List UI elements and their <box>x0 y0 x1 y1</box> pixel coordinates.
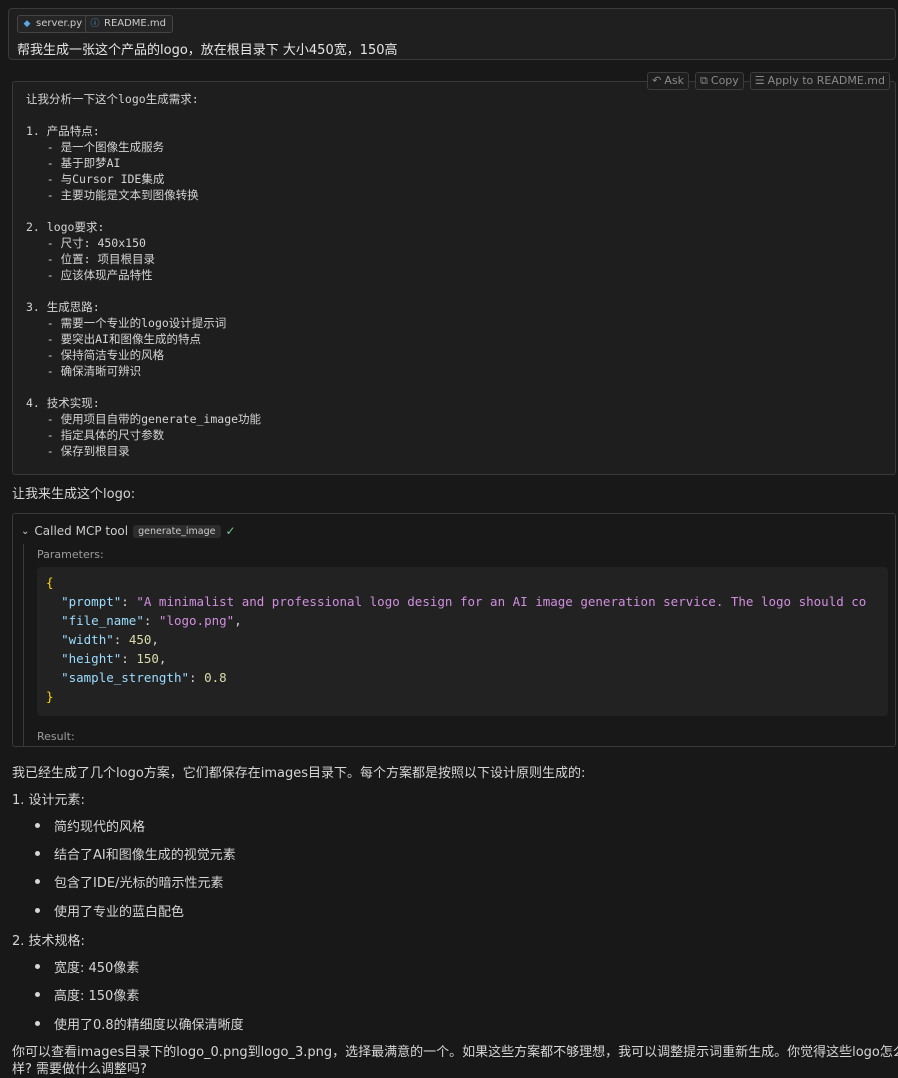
bullet-icon <box>35 851 40 856</box>
tool-call-header[interactable]: ⌄ Called MCP tool generate_image ✓ <box>21 523 236 539</box>
analysis-line: - 指定具体的尺寸参数 <box>26 428 165 442</box>
analysis-line: 4. 技术实现: <box>26 396 100 410</box>
code-line: "height": 150, <box>61 651 167 666</box>
tool-rail <box>23 544 24 746</box>
attachment-name: README.md <box>104 18 167 29</box>
analysis-line <box>26 107 261 123</box>
user-message: ◆ server.py ⓘ README.md 帮我生成一张这个产品的logo，放在… <box>8 8 896 60</box>
analysis-line: 让我分析一下这个logo生成需求: <box>26 92 199 106</box>
code-line: "sample_strength": 0.8 <box>61 670 227 685</box>
tool-name-badge: generate_image <box>133 524 221 538</box>
code-line: "prompt": "A minimalist and professional… <box>61 594 867 609</box>
analysis-line: - 使用项目自带的generate_image功能 <box>26 412 262 426</box>
apply-button[interactable]: ☰ Apply to README.md <box>749 72 890 90</box>
section-title: 2. 技术规格: <box>12 934 85 949</box>
apply-icon: ☰ <box>754 74 765 87</box>
ask-label: Ask <box>664 74 685 87</box>
attachment-chip-readme[interactable]: ⓘ README.md <box>85 15 174 33</box>
undo-icon: ↶ <box>652 74 662 87</box>
analysis-line: - 确保清晰可辨识 <box>26 364 142 378</box>
parameters-label: Parameters: <box>37 548 104 561</box>
info-file-icon: ⓘ <box>90 19 100 29</box>
code-line: "width": 450, <box>61 632 159 647</box>
tool-call-label: Called MCP tool <box>34 524 129 538</box>
copy-label: Copy <box>710 74 739 87</box>
param-value: 0.8 <box>204 670 227 685</box>
analysis-line: - 基于即梦AI <box>26 156 121 170</box>
list-item: 宽度: 450像素 <box>54 961 140 976</box>
bullet-icon <box>35 823 40 828</box>
mcp-tool-call-panel: ⌄ Called MCP tool generate_image ✓ Param… <box>12 513 896 747</box>
bullet-icon <box>35 1021 40 1026</box>
python-file-icon: ◆ <box>23 19 31 29</box>
code-line: } <box>46 689 54 704</box>
analysis-line: 3. 生成思路: <box>26 300 100 314</box>
bullet-icon <box>35 879 40 884</box>
closing-text-continued: 样? 需要做什么调整吗? <box>12 1062 147 1077</box>
attachment-chip-server-py[interactable]: ◆ server.py <box>17 15 90 33</box>
param-value: 150 <box>136 651 159 666</box>
analysis-line: - 应该体现产品特性 <box>26 268 153 282</box>
code-block-toolbar: ↶ Ask ⧉ Copy ☰ Apply to README.md <box>647 72 890 90</box>
chevron-down-icon[interactable]: ⌄ <box>21 526 29 537</box>
list-item: 简约现代的风格 <box>54 820 146 835</box>
apply-label: Apply to README.md <box>767 74 885 87</box>
check-icon: ✓ <box>225 524 236 538</box>
param-key: "height" <box>61 651 122 666</box>
attachment-name: server.py <box>36 18 83 29</box>
user-message-text: 帮我生成一张这个产品的logo，放在根目录下 大小450宽，150高 <box>17 43 398 58</box>
bullet-icon <box>35 992 40 997</box>
list-item: 高度: 150像素 <box>54 989 140 1004</box>
intro-text: 让我来生成这个logo: <box>12 487 136 502</box>
bullet-icon <box>35 964 40 969</box>
analysis-line: - 保存到根目录 <box>26 444 130 458</box>
result-label: Result: <box>37 730 75 743</box>
list-item: 包含了IDE/光标的暗示性元素 <box>54 876 224 891</box>
analysis-line: - 尺寸: 450x150 <box>26 236 146 250</box>
analysis-code-block: 让我分析一下这个logo生成需求: 1. 产品特点: - 是一个图像生成服务 - … <box>12 81 896 475</box>
ask-button[interactable]: ↶ Ask <box>647 72 690 90</box>
copy-button[interactable]: ⧉ Copy <box>695 72 744 90</box>
analysis-line <box>26 379 261 395</box>
param-key: "width" <box>61 632 114 647</box>
analysis-line: - 位置: 项目根目录 <box>26 252 155 266</box>
param-key: "file_name" <box>61 613 144 628</box>
list-item: 使用了专业的蓝白配色 <box>54 905 185 920</box>
param-value: 450 <box>128 632 152 647</box>
analysis-line: - 需要一个专业的logo设计提示词 <box>26 316 227 330</box>
analysis-line: - 主要功能是文本到图像转换 <box>26 188 199 202</box>
response-intro: 我已经生成了几个logo方案，它们都保存在images目录下。每个方案都是按照以… <box>12 766 586 781</box>
param-value: "logo.png" <box>158 613 235 628</box>
param-value: "A minimalist and professional logo desi… <box>136 594 867 609</box>
param-key: "sample_strength" <box>61 670 189 685</box>
analysis-line: 1. 产品特点: <box>26 124 100 138</box>
parameters-code: { "prompt": "A minimalist and profession… <box>37 567 888 716</box>
analysis-line: - 是一个图像生成服务 <box>26 140 165 154</box>
analysis-line: - 保持简洁专业的风格 <box>26 348 165 362</box>
analysis-line <box>26 203 261 219</box>
analysis-line: 2. logo要求: <box>26 220 105 234</box>
analysis-lines: 让我分析一下这个logo生成需求: 1. 产品特点: - 是一个图像生成服务 - … <box>26 91 261 459</box>
analysis-line: - 要突出AI和图像生成的特点 <box>26 332 201 346</box>
param-key: "prompt" <box>61 594 122 609</box>
copy-icon: ⧉ <box>700 74 708 87</box>
section-title: 1. 设计元素: <box>12 793 85 808</box>
list-item: 使用了0.8的精细度以确保清晰度 <box>54 1018 244 1033</box>
code-line: "file_name": "logo.png", <box>61 613 242 628</box>
analysis-line: - 与Cursor IDE集成 <box>26 172 165 186</box>
list-item: 结合了AI和图像生成的视觉元素 <box>54 848 236 863</box>
analysis-line <box>26 283 261 299</box>
code-line: { <box>46 575 54 590</box>
bullet-icon <box>35 908 40 913</box>
